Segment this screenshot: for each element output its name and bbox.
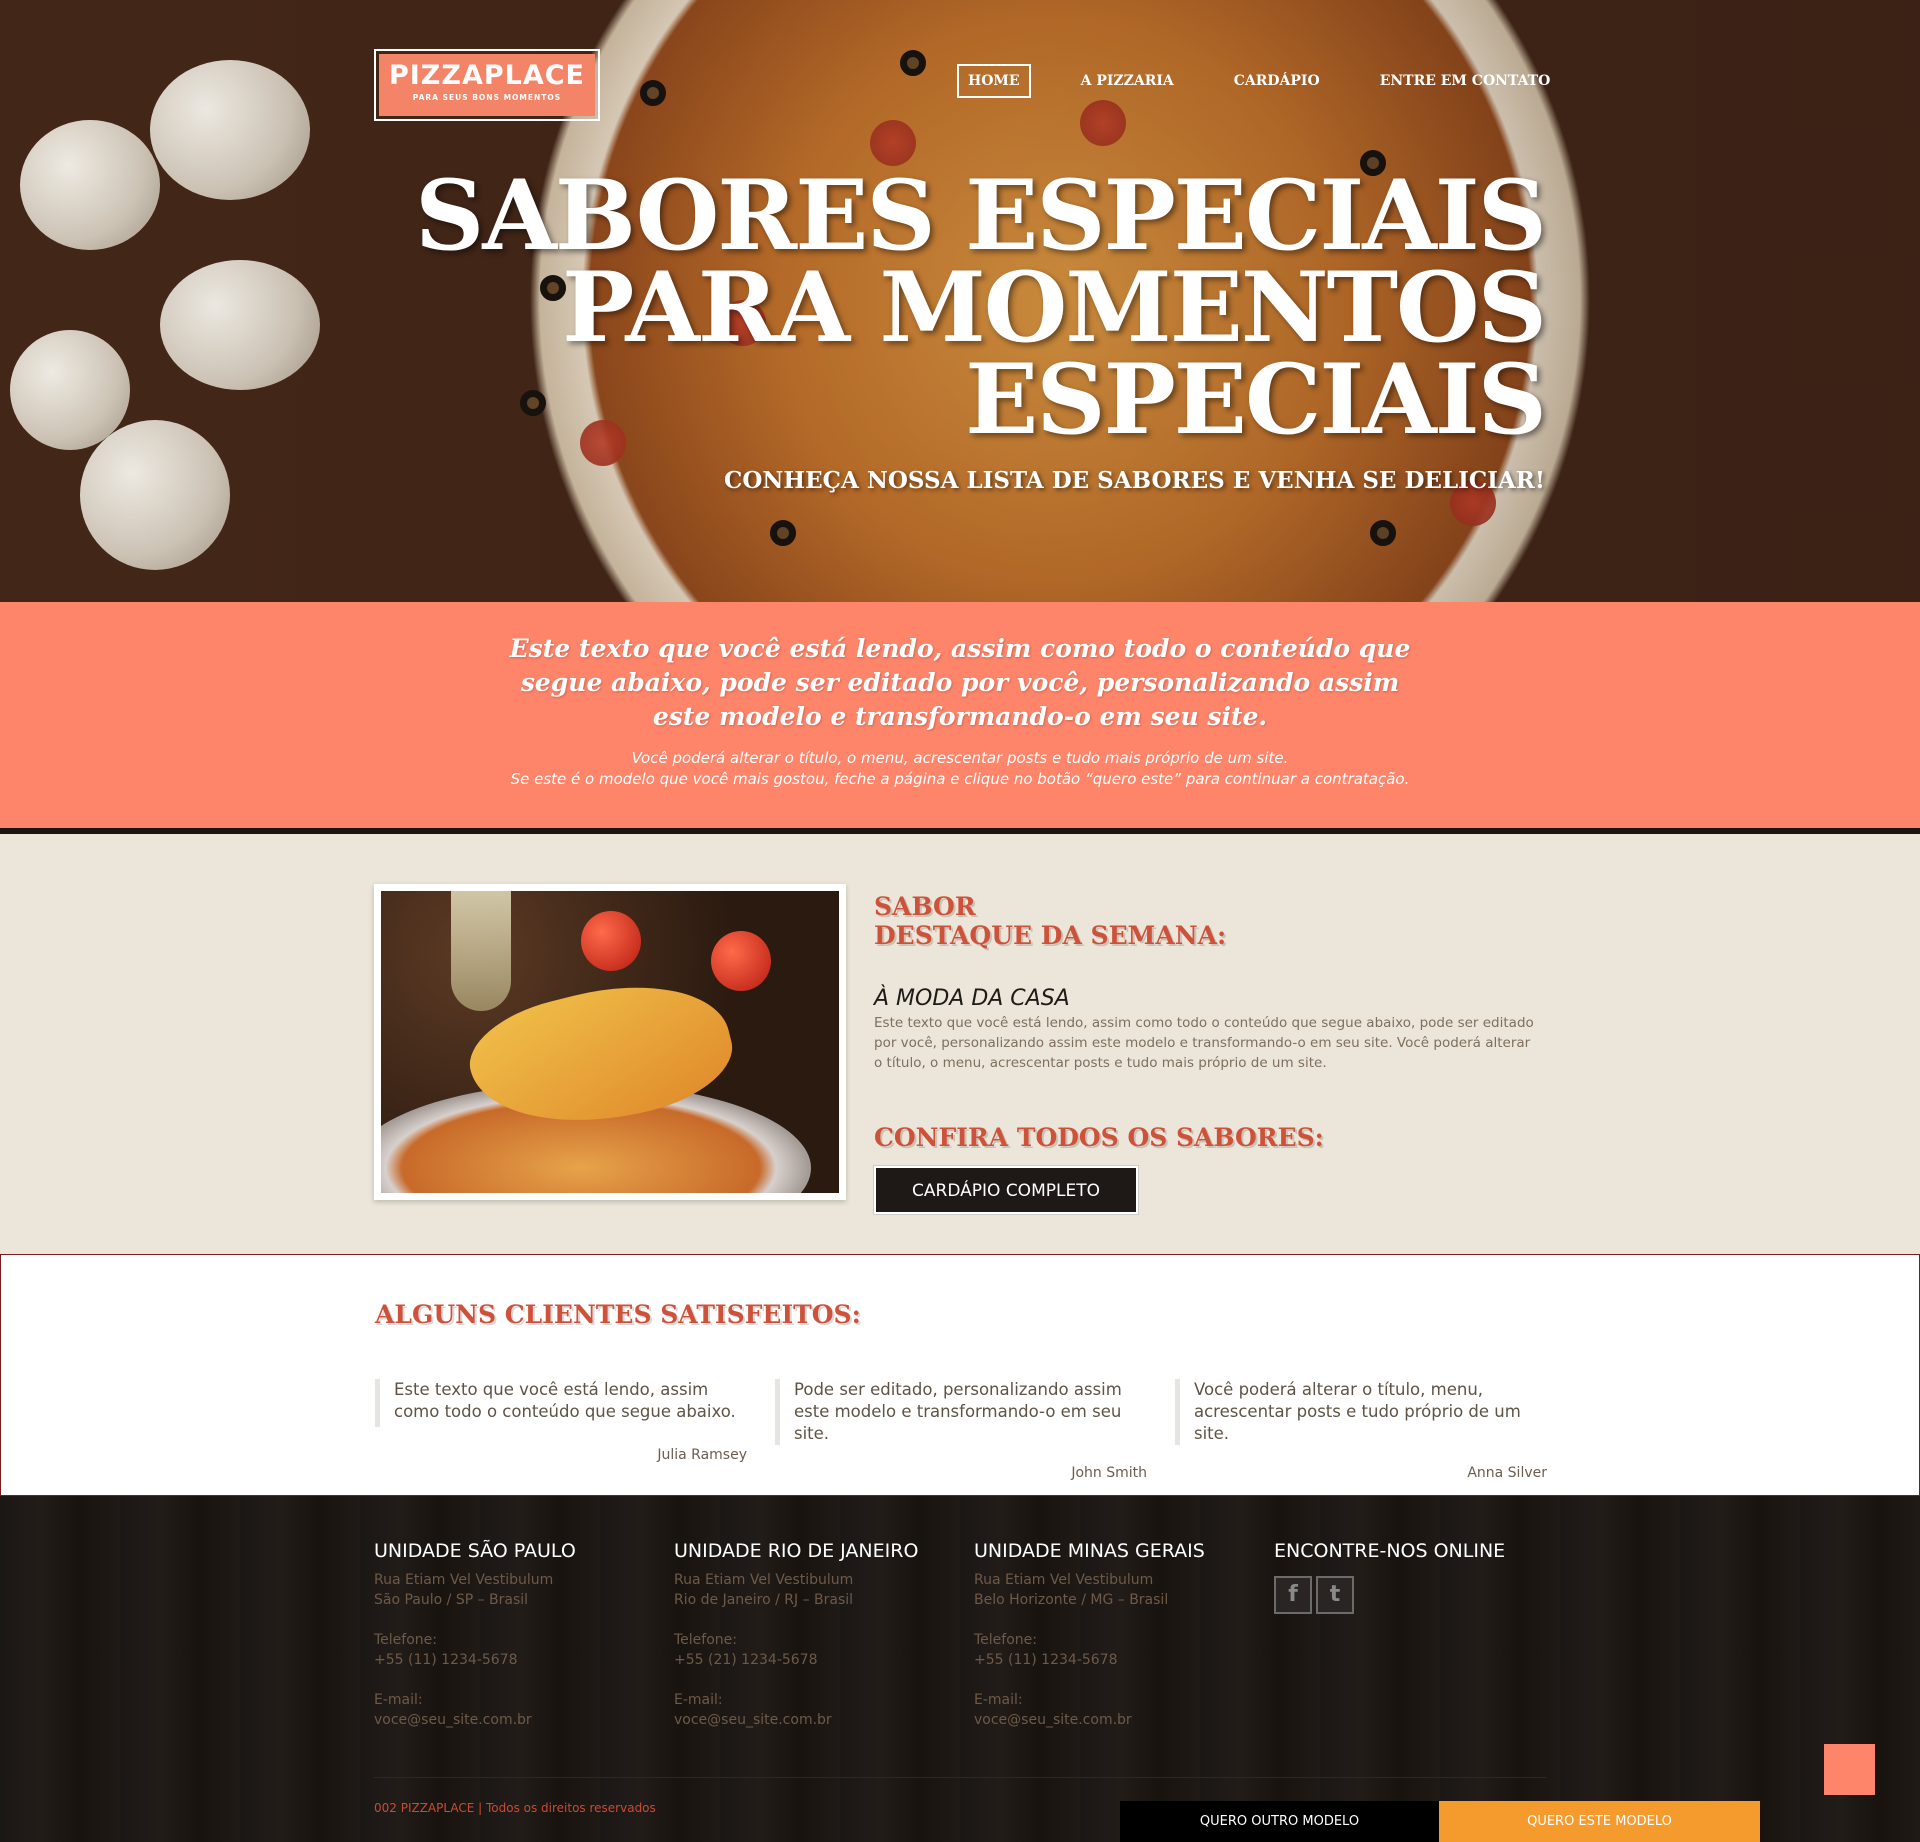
footer-email-link[interactable]: voce@seu_site.com.br [974, 1710, 1254, 1730]
footer-email-link[interactable]: voce@seu_site.com.br [374, 1710, 654, 1730]
social-links: f t [1274, 1576, 1554, 1614]
footer-unit-title: UNIDADE MINAS GERAIS [974, 1540, 1205, 1562]
logo-tagline: PARA SEUS BONS MOMENTOS [412, 93, 562, 102]
full-menu-button[interactable]: CARDÁPIO COMPLETO [873, 1165, 1139, 1215]
logo-title: PIZZAPLACE [388, 60, 586, 91]
choose-template-button[interactable]: QUERO ESTE MODELO [1439, 1801, 1760, 1842]
testimonials-heading: ALGUNS CLIENTES SATISFEITOS: [375, 1300, 861, 1329]
all-flavors-heading: CONFIRA TODOS OS SABORES: [874, 1123, 1324, 1152]
nav-cardapio[interactable]: CARDÁPIO [1234, 73, 1320, 89]
testimonial-author: John Smith [1071, 1465, 1147, 1481]
main-nav: HOME A PIZZARIA CARDÁPIO ENTRE EM CONTAT… [957, 64, 1550, 98]
testimonials-section: ALGUNS CLIENTES SATISFEITOS: Este texto … [0, 1254, 1920, 1496]
testimonial-author: Julia Ramsey [657, 1447, 747, 1463]
copyright-text: 002 PIZZAPLACE | Todos os direitos reser… [374, 1801, 656, 1815]
featured-heading: SABOR DESTAQUE DA SEMANA: [874, 892, 1227, 950]
twitter-icon[interactable]: t [1316, 1576, 1354, 1614]
intro-line-1: Você poderá alterar o título, o menu, ac… [631, 749, 1289, 767]
footer-online-title: ENCONTRE-NOS ONLINE [1274, 1540, 1506, 1562]
intro-band: Este texto que você está lendo, assim co… [0, 602, 1920, 828]
featured-pizza-name: À MODA DA CASA [874, 986, 1070, 1011]
site-footer: UNIDADE SÃO PAULO Rua Etiam Vel Vestibul… [0, 1496, 1920, 1842]
testimonial-quote: Pode ser editado, personalizando assim e… [775, 1379, 1147, 1445]
footer-unit-rio-de-janeiro: UNIDADE RIO DE JANEIRO Rua Etiam Vel Ves… [674, 1540, 954, 1730]
testimonial-author: Anna Silver [1467, 1465, 1547, 1481]
footer-online: ENCONTRE-NOS ONLINE f t [1274, 1540, 1554, 1614]
featured-section: SABOR DESTAQUE DA SEMANA: À MODA DA CASA… [0, 834, 1920, 1254]
nav-entre-em-contato[interactable]: ENTRE EM CONTATO [1380, 73, 1551, 89]
nav-home[interactable]: HOME [957, 64, 1031, 98]
hero-title: SABORES ESPECIAIS PARA MOMENTOS ESPECIAI… [415, 159, 1547, 456]
hero-banner: PIZZAPLACE PARA SEUS BONS MOMENTOS HOME … [0, 0, 1920, 602]
nav-a-pizzaria[interactable]: A PIZZARIA [1081, 73, 1174, 89]
featured-photo [374, 884, 846, 1200]
intro-line-2: Se este é o modelo que você mais gostou,… [510, 770, 1410, 788]
footer-unit-title: UNIDADE RIO DE JANEIRO [674, 1540, 919, 1562]
facebook-icon[interactable]: f [1274, 1576, 1312, 1614]
testimonial-quote: Este texto que você está lendo, assim co… [375, 1379, 747, 1427]
other-template-button[interactable]: QUERO OUTRO MODELO [1120, 1801, 1439, 1842]
footer-unit-title: UNIDADE SÃO PAULO [374, 1540, 576, 1562]
footer-unit-sao-paulo: UNIDADE SÃO PAULO Rua Etiam Vel Vestibul… [374, 1540, 654, 1730]
footer-divider [374, 1777, 1546, 1778]
featured-description: Este texto que você está lendo, assim co… [874, 1015, 1534, 1071]
footer-unit-minas-gerais: UNIDADE MINAS GERAIS Rua Etiam Vel Vesti… [974, 1540, 1254, 1730]
intro-lead-text: Este texto que você está lendo, assim co… [509, 634, 1411, 731]
site-logo[interactable]: PIZZAPLACE PARA SEUS BONS MOMENTOS [374, 49, 600, 121]
footer-email-link[interactable]: voce@seu_site.com.br [674, 1710, 954, 1730]
testimonial-item: Pode ser editado, personalizando assim e… [775, 1379, 1147, 1481]
hero-subtitle: CONHEÇA NOSSA LISTA DE SABORES E VENHA S… [724, 467, 1545, 494]
testimonial-item: Este texto que você está lendo, assim co… [375, 1379, 747, 1463]
testimonial-item: Você poderá alterar o título, menu, acre… [1175, 1379, 1547, 1481]
testimonial-quote: Você poderá alterar o título, menu, acre… [1175, 1379, 1547, 1445]
back-to-top-button[interactable] [1824, 1744, 1875, 1795]
